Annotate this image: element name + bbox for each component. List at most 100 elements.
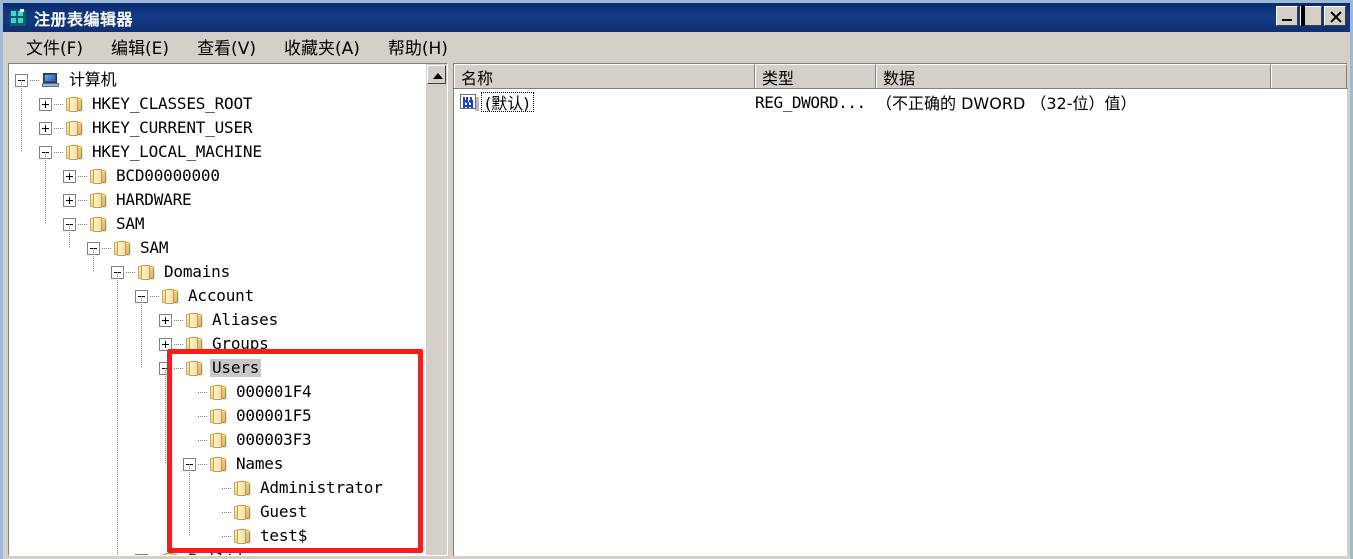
registry-tree-pane: 计算机 HKEY_CLASSES_ROOT HKEY_CURRENT_USER HKE… <box>8 63 448 556</box>
window-title: 注册表编辑器 <box>34 9 134 29</box>
folder-icon <box>66 144 83 160</box>
tree-connector <box>222 487 232 489</box>
tree-node-label: HKEY_CURRENT_USER <box>92 118 253 137</box>
tree-guide-line <box>141 296 142 368</box>
folder-icon <box>234 528 251 544</box>
tree-connector <box>30 79 40 81</box>
expand-icon[interactable] <box>39 97 52 111</box>
tree-connector <box>222 535 232 537</box>
close-button[interactable] <box>1324 6 1346 26</box>
tree-node[interactable]: Aliases <box>9 308 423 332</box>
expand-icon[interactable] <box>63 169 76 183</box>
folder-icon <box>210 456 227 472</box>
folder-icon <box>234 504 251 520</box>
tree-node-label: Groups <box>212 334 269 353</box>
minimize-button[interactable] <box>1276 6 1298 26</box>
tree-node[interactable]: Account <box>9 284 423 308</box>
scrollbar-track[interactable] <box>426 86 447 555</box>
folder-icon <box>138 264 155 280</box>
tree-connector <box>126 271 136 273</box>
expand-icon[interactable] <box>159 337 172 351</box>
tree-connector <box>78 199 88 201</box>
column-header-3[interactable] <box>1271 64 1347 88</box>
tree-node[interactable]: HKEY_CURRENT_USER <box>9 116 423 140</box>
tree-node-label: Names <box>236 454 284 473</box>
tree-node[interactable]: 计算机 <box>9 68 423 92</box>
column-header-2[interactable]: 数据 <box>876 64 1271 88</box>
tree-node[interactable]: 000001F4 <box>9 380 423 404</box>
expand-icon[interactable] <box>63 193 76 207</box>
tree-node-label: SAM <box>140 238 169 257</box>
tree-node[interactable]: 000003F3 <box>9 428 423 452</box>
values-list[interactable]: (默认) REG_DWORD... （不正确的 DWORD （32-位）值） <box>454 89 1348 115</box>
tree-node[interactable]: 000001F5 <box>9 404 423 428</box>
tree-node[interactable]: HKEY_LOCAL_MACHINE <box>9 140 423 164</box>
tree-node[interactable]: SAM <box>9 236 423 260</box>
maximize-button[interactable] <box>1300 5 1322 26</box>
tree-connector <box>198 415 208 417</box>
column-header-0[interactable]: 名称 <box>454 64 755 88</box>
tree-node[interactable]: Builtin <box>9 548 423 555</box>
tree-node-label: 000001F5 <box>236 406 312 425</box>
tree-guide-line <box>189 464 190 536</box>
tree-node[interactable]: Users <box>9 356 423 380</box>
scroll-up-button[interactable] <box>427 65 446 84</box>
value-row[interactable]: (默认) REG_DWORD... （不正确的 DWORD （32-位）值） <box>454 89 1348 115</box>
tree-node-label: Guest <box>260 502 308 521</box>
folder-icon <box>66 96 83 112</box>
folder-icon <box>210 432 227 448</box>
column-header-1[interactable]: 类型 <box>755 64 876 88</box>
tree-node[interactable]: Names <box>9 452 423 476</box>
tree-vertical-scrollbar[interactable] <box>425 64 447 555</box>
menu-item-view[interactable]: 查看(V) <box>186 32 267 61</box>
value-data: （不正确的 DWORD （32-位）值） <box>876 94 1137 113</box>
tree-node[interactable]: HARDWARE <box>9 188 423 212</box>
tree-node[interactable]: Domains <box>9 260 423 284</box>
tree-connector <box>222 511 232 513</box>
value-name[interactable]: (默认) <box>481 92 534 113</box>
tree-node[interactable]: Guest <box>9 500 423 524</box>
folder-icon <box>186 336 203 352</box>
expand-icon[interactable] <box>159 313 172 327</box>
folder-icon <box>162 288 179 304</box>
tree-node[interactable]: Administrator <box>9 476 423 500</box>
tree-node[interactable]: BCD00000000 <box>9 164 423 188</box>
window-controls <box>1276 5 1346 26</box>
folder-icon <box>90 192 107 208</box>
folder-icon <box>210 384 227 400</box>
tree-node-label: 000003F3 <box>236 430 312 449</box>
tree-connector <box>54 103 64 105</box>
tree-connector <box>54 127 64 129</box>
tree-guide-line <box>117 272 118 555</box>
tree-node-label: 计算机 <box>69 70 117 89</box>
folder-icon <box>90 216 107 232</box>
tree-connector <box>174 367 184 369</box>
tree-guide-line <box>165 368 166 464</box>
tree-node[interactable]: test$ <box>9 524 423 548</box>
tree-node[interactable]: SAM <box>9 212 423 236</box>
tree-node-label: Account <box>188 286 255 305</box>
menu-item-help[interactable]: 帮助(H) <box>377 32 459 61</box>
tree-node-label: Administrator <box>260 478 383 497</box>
registry-values-pane: 名称 类型 数据 (默认) REG_DWORD... （不正确的 DWORD （32-位… <box>453 63 1348 556</box>
menu-item-favorites[interactable]: 收藏夹(A) <box>273 32 371 61</box>
tree-connector <box>150 295 160 297</box>
registry-tree[interactable]: 计算机 HKEY_CLASSES_ROOT HKEY_CURRENT_USER HKE… <box>9 64 423 555</box>
tree-connector <box>78 175 88 177</box>
menu-item-file[interactable]: 文件(F) <box>15 32 94 61</box>
folder-icon <box>234 480 251 496</box>
tree-node[interactable]: HKEY_CLASSES_ROOT <box>9 92 423 116</box>
expand-icon[interactable] <box>39 121 52 135</box>
expand-icon[interactable] <box>135 553 148 555</box>
main-content: 计算机 HKEY_CLASSES_ROOT HKEY_CURRENT_USER HKE… <box>3 61 1350 556</box>
menu-item-edit[interactable]: 编辑(E) <box>100 32 180 61</box>
registry-editor-window: 注册表编辑器 文件(F) 编辑(E) 查看(V) 收藏夹(A) 帮助(H) 计算… <box>0 0 1353 559</box>
tree-node-label: Users <box>210 358 262 377</box>
title-bar: 注册表编辑器 <box>3 3 1350 32</box>
tree-node[interactable]: Groups <box>9 332 423 356</box>
